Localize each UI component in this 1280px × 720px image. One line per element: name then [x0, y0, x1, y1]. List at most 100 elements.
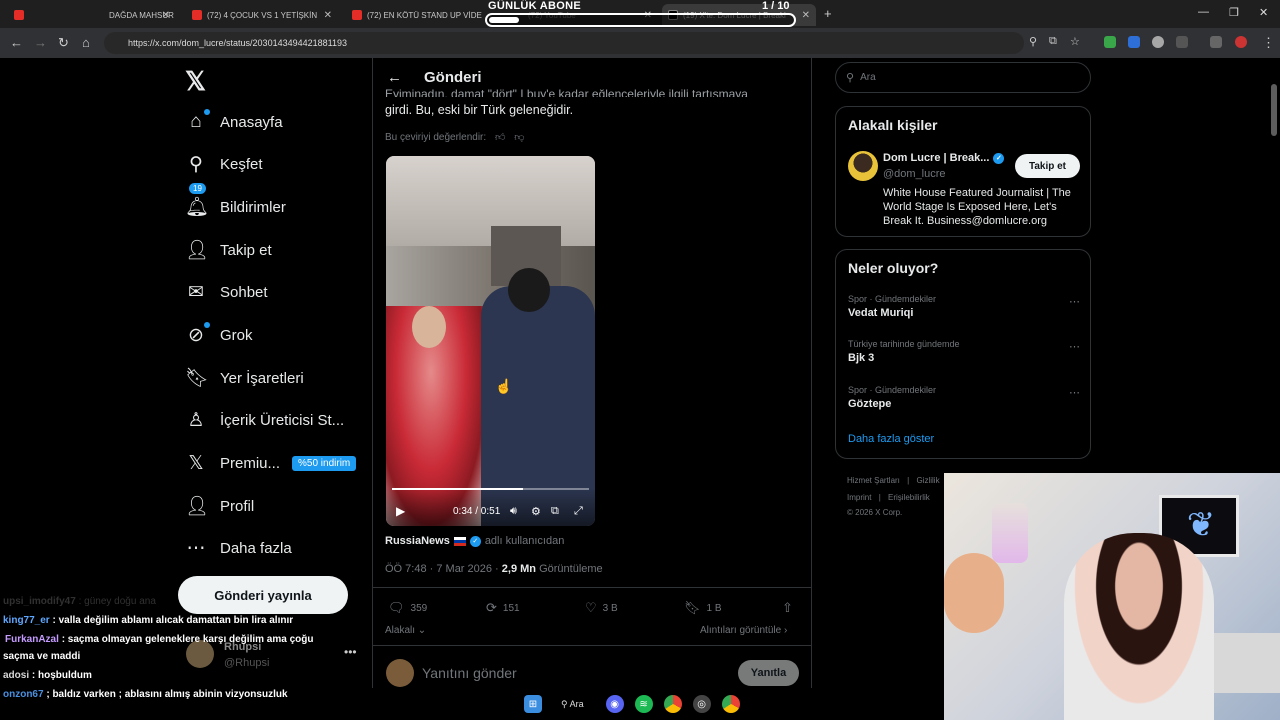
nav-notifications[interactable]: 🔔︎ 19 Bildirimler [185, 183, 286, 221]
browser-menu-icon[interactable]: ⋮ [1262, 35, 1275, 51]
tab-close-icon[interactable]: ✕ [802, 10, 810, 21]
thumbs-down-icon[interactable]: 👎︎ [514, 132, 524, 143]
footer-link[interactable]: Gizlilik [916, 476, 939, 485]
footer-links: Hizmet Şartları | Gizlilik [847, 476, 940, 485]
reload-icon[interactable]: ↻ [58, 35, 69, 51]
video-player[interactable]: ▶ 0:34 / 0:51 🔊︎ ⚙ ⧉ ⤢ [386, 156, 595, 526]
related-dropdown[interactable]: Alakalı ⌄ [385, 625, 426, 636]
play-icon[interactable]: ▶ [396, 504, 405, 518]
shield-extension-icon[interactable] [1104, 36, 1116, 48]
chat-text: güney doğu ana [84, 596, 156, 607]
nav-follow[interactable]: 👤︎ Takip et [185, 236, 272, 264]
obs-icon[interactable]: ◎ [692, 695, 711, 713]
nav-premium[interactable]: 𝕏 Premiu... %50 indirim [185, 449, 357, 477]
nav-explore[interactable]: ⚲ Keşfet [185, 150, 263, 178]
nav-more[interactable]: ⋯ Daha fazla [185, 534, 292, 562]
chat-text: valla değilim ablamı alıcak damattan bin… [58, 615, 294, 626]
browser-tab[interactable]: DAĞDA MAHSUR ✕ [8, 4, 176, 26]
post-button[interactable]: Gönderi yayınla [178, 576, 348, 614]
source-attribution: RussiaNews ✓ adlı kullanıcıdan [385, 535, 564, 547]
chrome-profile-icon[interactable] [721, 695, 740, 713]
install-icon[interactable]: ⧉ [1049, 35, 1057, 48]
nav-chat[interactable]: ✉ Sohbet [185, 278, 268, 306]
nav-grok[interactable]: ⊘ Grok [185, 321, 253, 349]
extension-icon[interactable] [1128, 36, 1140, 48]
tab-close-icon[interactable]: ✕ [324, 10, 332, 21]
extensions-puzzle-icon[interactable] [1176, 36, 1188, 48]
reply-button[interactable]: Yanıtla [738, 660, 799, 686]
tab-close-icon[interactable]: ✕ [162, 10, 170, 21]
trend-name: Göztepe [848, 398, 892, 410]
discord-icon[interactable]: ◉ [605, 695, 624, 713]
maximize-icon[interactable]: ❐ [1229, 6, 1239, 19]
show-more-link[interactable]: Daha fazla göster [848, 433, 934, 445]
view-quotes-link[interactable]: Alıntıları görüntüle › [700, 625, 787, 636]
person-avatar[interactable] [848, 151, 878, 181]
pip-icon[interactable]: ⧉ [551, 505, 559, 518]
url-field[interactable]: https://x.com/dom_lucre/status/203014349… [104, 32, 1024, 54]
trend-item[interactable]: Spor · Gündemdekiler Vedat Muriqi [848, 294, 936, 319]
post-timestamp[interactable]: ÖÖ 7:48 · 7 Mar 2026 · [385, 563, 499, 575]
back-arrow-icon[interactable]: ← [387, 69, 402, 86]
chat-message: king77_er : valla değilim ablamı alıcak … [3, 615, 294, 626]
footer-link[interactable]: Imprint [847, 493, 871, 502]
share-action[interactable]: ⇧ [782, 600, 799, 616]
account-more-icon[interactable]: ••• [344, 645, 357, 659]
media-icon[interactable] [1210, 36, 1222, 48]
footer-links: Imprint | Erişilebilirlik [847, 493, 930, 502]
like-action[interactable]: ♡ 3 B [585, 600, 618, 616]
premium-discount-badge: %50 indirim [292, 455, 357, 471]
home-browser-icon[interactable]: ⌂ [82, 35, 90, 50]
minimize-icon[interactable]: — [1198, 6, 1209, 18]
windows-start-icon[interactable]: ⊞ [524, 695, 542, 713]
russia-flag-icon [453, 536, 466, 546]
fullscreen-icon[interactable]: ⤢ [574, 505, 583, 518]
forward-icon[interactable]: → [34, 35, 47, 50]
volume-icon[interactable]: 🔊︎ [510, 505, 517, 518]
profile-avatar-icon[interactable] [1235, 36, 1247, 48]
follow-button[interactable]: Takip et [1015, 154, 1080, 178]
chevron-right-icon: › [783, 625, 788, 636]
footer-link[interactable]: Erişilebilirlik [888, 493, 930, 502]
trend-more-icon[interactable]: ⋯ [1069, 295, 1080, 308]
x-logo-icon[interactable]: 𝕏 [185, 66, 206, 97]
search-input[interactable]: ⚲ Ara [835, 62, 1091, 93]
taskbar-search[interactable]: ⚲ Ara [553, 696, 592, 713]
microphone-icon [992, 503, 1028, 563]
trend-more-icon[interactable]: ⋯ [1069, 386, 1080, 399]
repost-action[interactable]: ⟳ 151 [486, 600, 520, 616]
reply-input[interactable]: Yanıtını gönder [422, 665, 517, 681]
page-scrollbar[interactable] [1271, 84, 1277, 136]
browser-tab[interactable]: (72) 4 ÇOCUK VS 1 YETİŞKİN ✕ [186, 4, 338, 26]
spotify-icon[interactable]: ≋ [634, 695, 653, 713]
bookmark-action[interactable]: 🔖︎ 1 B [684, 600, 722, 616]
source-name[interactable]: RussiaNews [385, 535, 450, 547]
settings-gear-icon[interactable]: ⚙ [531, 505, 541, 518]
new-tab-icon[interactable]: + [824, 6, 832, 21]
trend-item[interactable]: Türkiye tarihinde gündemde Bjk 3 [848, 339, 960, 364]
trend-item[interactable]: Spor · Gündemdekiler Göztepe [848, 385, 936, 410]
person-name[interactable]: Dom Lucre | Break... ✓ [883, 152, 1005, 164]
nav-label: Premiu... [220, 454, 281, 472]
video-progress-bar[interactable] [392, 488, 589, 490]
nav-home[interactable]: ⌂ Anasayfa [185, 108, 283, 136]
tab-label: (72) 4 ÇOCUK VS 1 YETİŞKİN [207, 10, 318, 20]
close-window-icon[interactable]: ✕ [1259, 6, 1268, 19]
thumbs-up-icon[interactable]: 👍︎ [495, 132, 505, 143]
trend-category: Spor · Gündemdekiler [848, 294, 937, 304]
extension-icon[interactable] [1152, 36, 1164, 48]
nav-creator-studio[interactable]: ♙ İçerik Üreticisi St... [185, 406, 344, 434]
zoom-icon[interactable]: ⚲ [1029, 35, 1037, 48]
view-quotes-label: Alıntıları görüntüle [700, 625, 782, 636]
chat-message: adosi : hoşbuldum [3, 670, 92, 681]
nav-profile[interactable]: 👤︎ Profil [185, 492, 254, 520]
browser-tab[interactable]: (72) EN KÖTÜ STAND UP VİDEO [346, 4, 482, 26]
reply-action[interactable]: 🗨︎ 359 [388, 600, 427, 616]
back-icon[interactable]: ← [10, 35, 23, 50]
nav-bookmarks[interactable]: 🔖︎ Yer İşaretleri [185, 364, 304, 392]
goal-progress-bar [485, 13, 796, 27]
chrome-icon[interactable] [663, 695, 682, 713]
bookmark-star-icon[interactable]: ☆ [1070, 35, 1080, 48]
footer-link[interactable]: Hizmet Şartları [847, 476, 900, 485]
trend-more-icon[interactable]: ⋯ [1069, 340, 1080, 353]
